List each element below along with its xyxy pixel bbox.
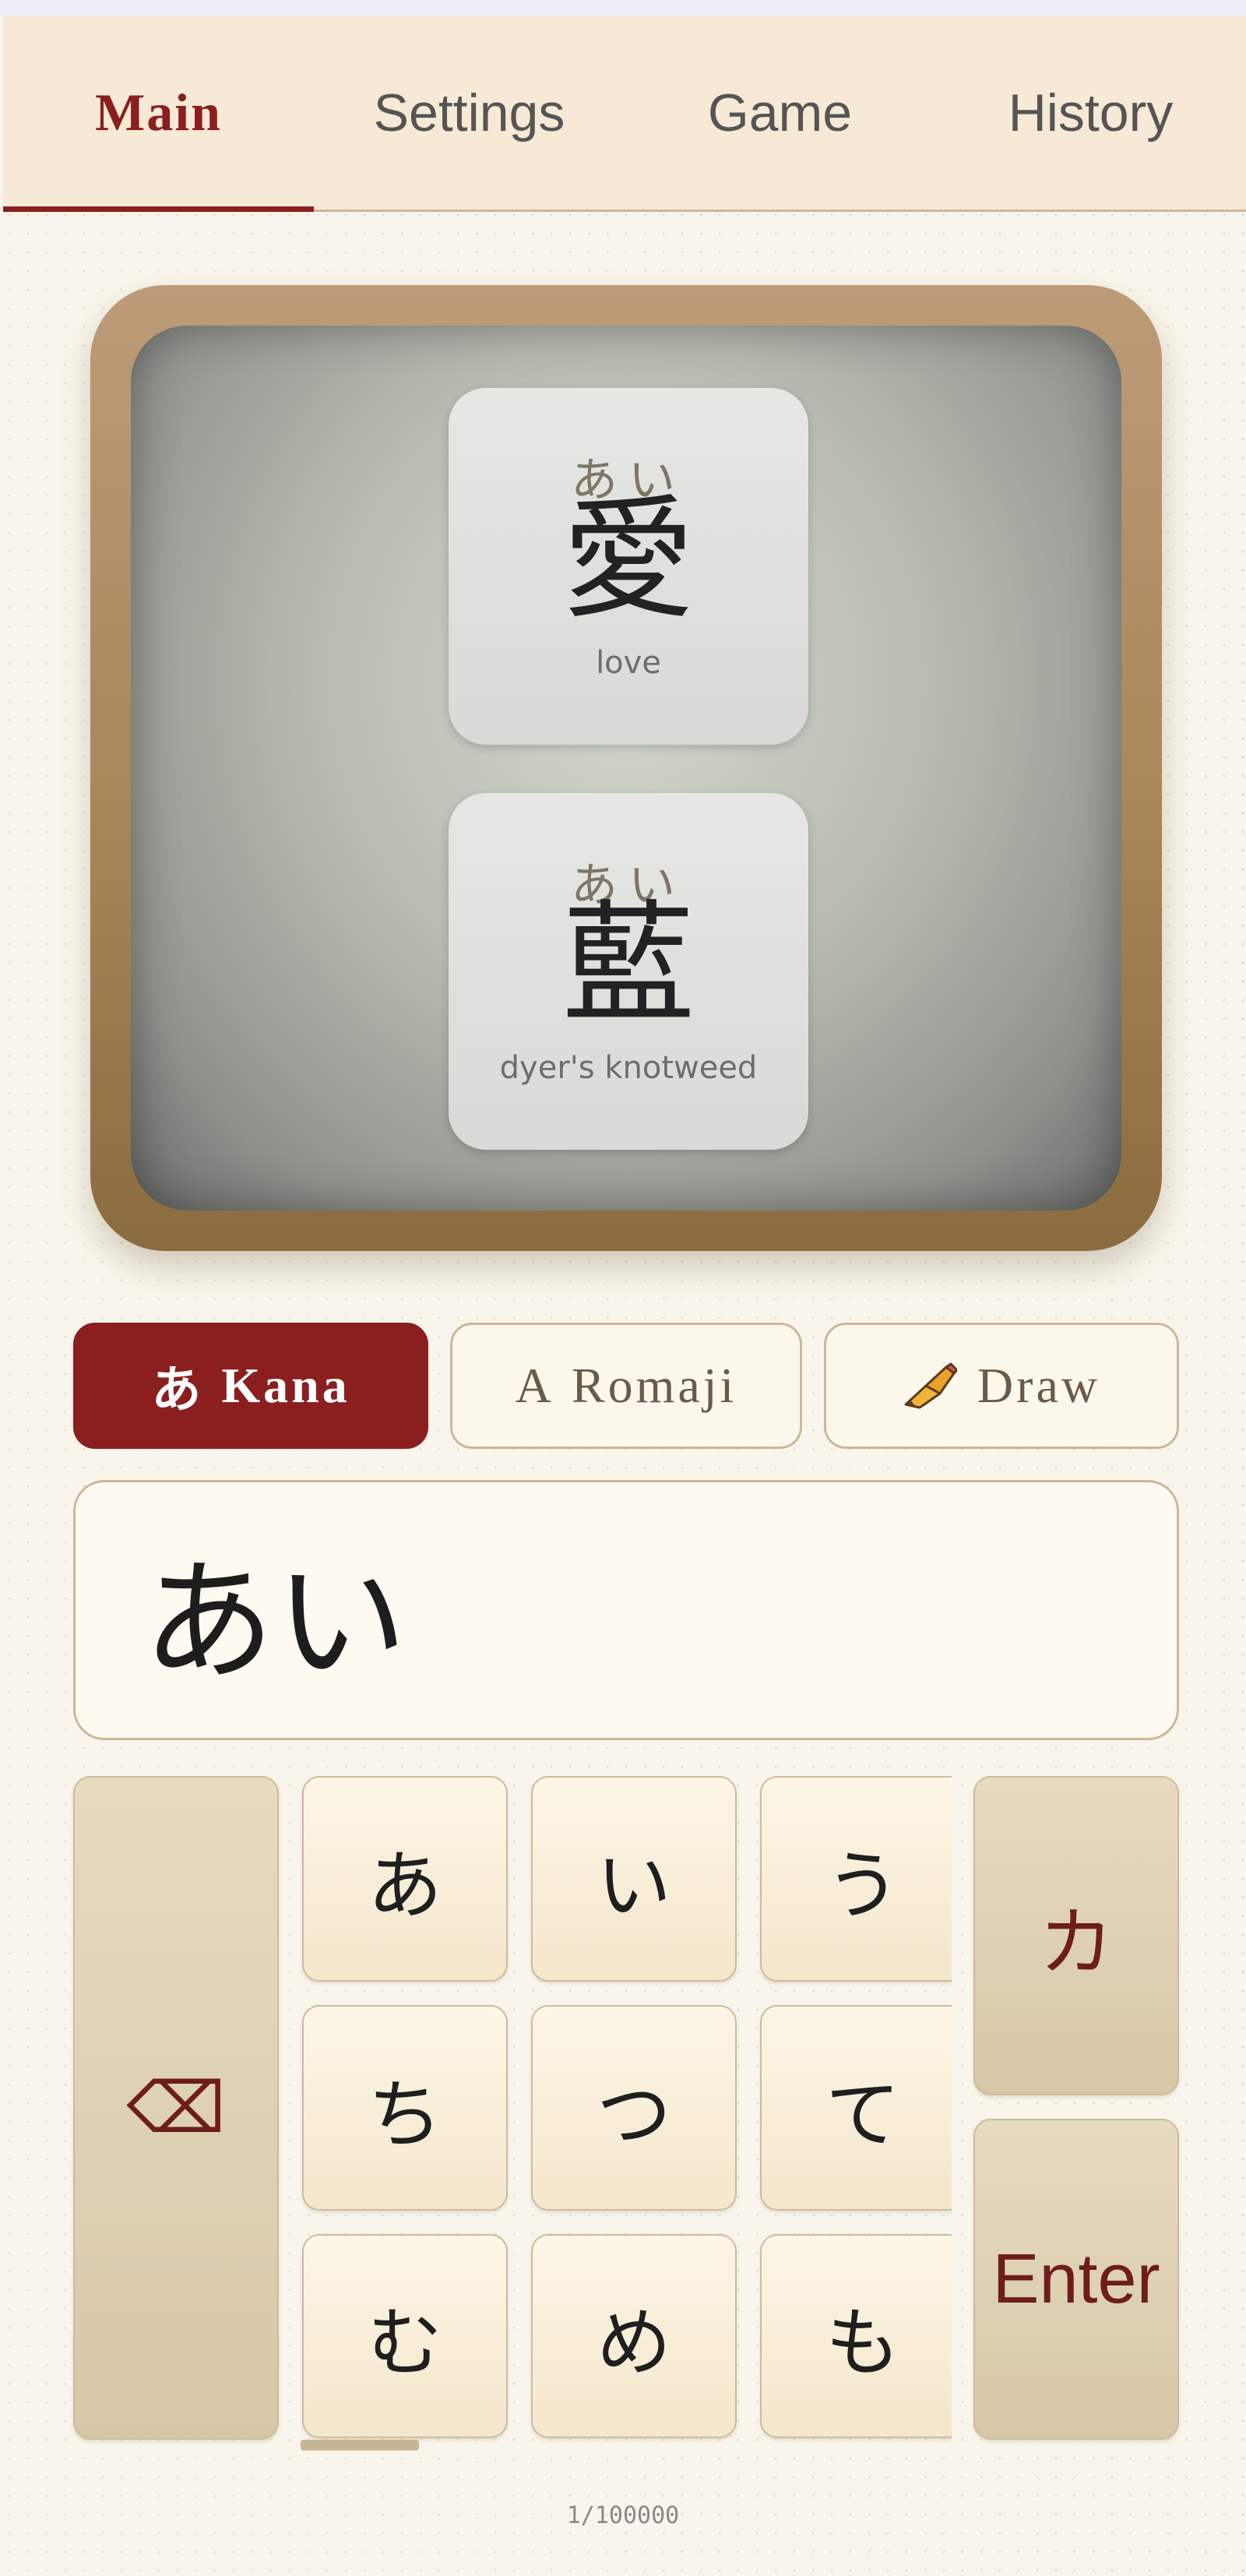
key-grid-scrollbar[interactable] xyxy=(301,2440,419,2451)
kana-key[interactable]: む xyxy=(302,2234,508,2438)
katakana-toggle-key[interactable]: カ xyxy=(973,1776,1179,2095)
browser-top-strip xyxy=(0,0,1246,16)
kana-key[interactable]: ち xyxy=(302,2005,508,2211)
kana-mode-label: Kana xyxy=(221,1358,350,1413)
card-board: あい 愛 love あい 藍 dyer's knotweed xyxy=(131,326,1121,1210)
kanji-card[interactable]: あい 愛 love xyxy=(449,388,808,745)
kanji-card[interactable]: あい 藍 dyer's knotweed xyxy=(449,793,808,1150)
card-meaning: love xyxy=(596,645,661,681)
card-meaning: dyer's knotweed xyxy=(499,1050,758,1086)
kana-key[interactable]: て xyxy=(760,2005,952,2211)
tab-history[interactable]: History xyxy=(935,16,1246,210)
kana-key[interactable]: も xyxy=(760,2234,952,2438)
kana-prefix: あ xyxy=(151,1362,205,1418)
draw-mode-label: Draw xyxy=(977,1358,1101,1413)
backspace-key[interactable]: ⌫ xyxy=(73,1776,279,2440)
card-kanji: 藍 xyxy=(561,888,695,1042)
kana-key[interactable]: つ xyxy=(531,2005,737,2211)
kana-key[interactable]: う xyxy=(760,1776,952,1982)
romaji-prefix: A xyxy=(515,1358,554,1413)
kana-key[interactable]: め xyxy=(531,2234,737,2438)
kana-mode-button[interactable]: あ Kana xyxy=(73,1323,428,1449)
romaji-mode-button[interactable]: A Romaji xyxy=(450,1323,802,1449)
progress-counter: 1/100000 xyxy=(566,2502,680,2529)
tab-bar: Main Settings Game History xyxy=(3,16,1246,212)
tab-main[interactable]: Main xyxy=(3,16,314,212)
tab-game[interactable]: Game xyxy=(625,16,935,210)
card-kanji: 愛 xyxy=(561,483,695,637)
tab-settings[interactable]: Settings xyxy=(314,16,625,210)
kana-key[interactable]: い xyxy=(531,1776,737,1982)
enter-key[interactable]: Enter xyxy=(973,2119,1179,2440)
card-board-frame: あい 愛 love あい 藍 dyer's knotweed xyxy=(90,285,1162,1251)
romaji-mode-label: Romaji xyxy=(571,1358,737,1413)
draw-mode-button[interactable]: Draw xyxy=(824,1323,1179,1449)
kana-key-grid: あ い う ち つ て む め も xyxy=(299,1773,952,2451)
answer-input[interactable]: あい xyxy=(73,1480,1179,1740)
pencil-icon xyxy=(904,1362,957,1409)
kana-key[interactable]: あ xyxy=(302,1776,508,1982)
